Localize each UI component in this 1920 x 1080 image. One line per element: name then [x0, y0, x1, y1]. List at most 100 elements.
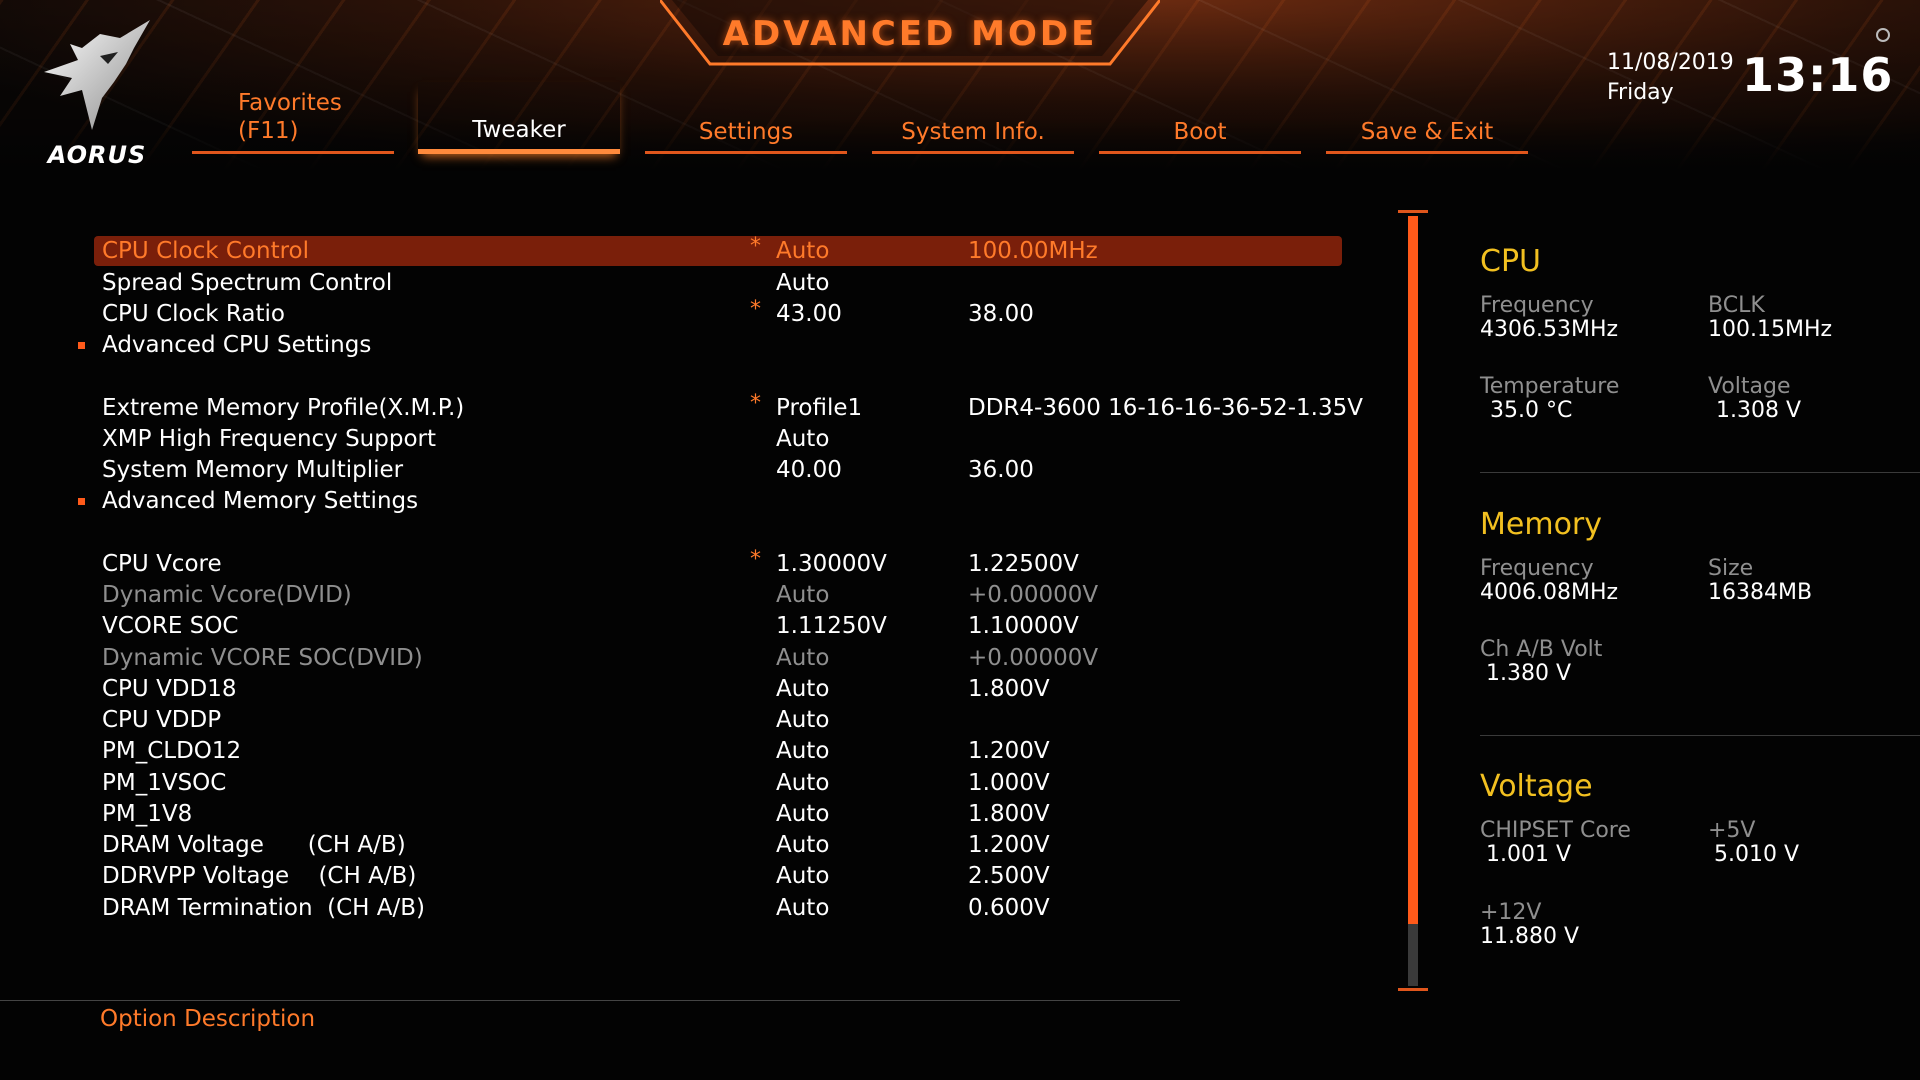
setting-current: 1.200V [968, 738, 1050, 764]
setting-current: 1.800V [968, 676, 1050, 702]
modified-star-icon: * [750, 547, 761, 572]
memory-size-label: Size [1708, 556, 1754, 581]
modified-star-icon: * [750, 234, 761, 259]
setting-row-dynamic-vcore: Dynamic Vcore(DVID) Auto +0.00000V [94, 580, 1342, 610]
setting-value: Auto [776, 582, 830, 608]
setting-row-cpu-vdd18[interactable]: CPU VDD18 Auto 1.800V [94, 674, 1342, 704]
tab-save-exit[interactable]: Save & Exit [1326, 82, 1528, 154]
setting-name: Extreme Memory Profile(X.M.P.) [102, 395, 465, 421]
setting-name: Dynamic Vcore(DVID) [102, 582, 352, 608]
setting-name: System Memory Multiplier [102, 457, 404, 483]
setting-value: Auto [776, 770, 830, 796]
cpu-bclk-value: 100.15MHz [1708, 317, 1833, 342]
option-description-label: Option Description [100, 1006, 316, 1032]
setting-row-dram-voltage[interactable]: DRAM Voltage (CH A/B) Auto 1.200V [94, 830, 1342, 860]
setting-current: DDR4-3600 16-16-16-36-52-1.35V [968, 395, 1363, 421]
setting-row-spread-spectrum[interactable]: Spread Spectrum Control Auto [94, 268, 1342, 298]
setting-row-dram-termination[interactable]: DRAM Termination (CH A/B) Auto 0.600V [94, 893, 1342, 923]
setting-value: Auto [776, 426, 830, 452]
setting-name: DRAM Termination (CH A/B) [102, 895, 426, 921]
setting-value: Profile1 [776, 395, 863, 421]
chipset-core-label: CHIPSET Core [1480, 818, 1631, 843]
setting-row-cpu-clock-ratio[interactable]: CPU Clock Ratio * 43.00 38.00 [94, 297, 1342, 329]
setting-value: Auto [776, 832, 830, 858]
setting-current: 2.500V [968, 863, 1050, 889]
tab-tweaker-label: Tweaker [472, 117, 566, 143]
setting-name: Spread Spectrum Control [102, 270, 393, 296]
setting-row-cpu-vcore[interactable]: CPU Vcore * 1.30000V 1.22500V [94, 547, 1342, 579]
modified-star-icon: * [750, 391, 761, 416]
date-text: 11/08/2019 [1607, 50, 1734, 75]
setting-row-ddrvpp-voltage[interactable]: DDRVPP Voltage (CH A/B) Auto 2.500V [94, 861, 1342, 891]
setting-current: +0.00000V [968, 582, 1099, 608]
setting-row-pm-cldo12[interactable]: PM_CLDO12 Auto 1.200V [94, 736, 1342, 766]
setting-name: CPU VDDP [102, 707, 222, 733]
date-display: 11/08/2019 Friday [1607, 48, 1734, 108]
cpu-section-title: CPU [1480, 244, 1541, 279]
tab-favorites[interactable]: Favorites (F11) [192, 82, 394, 154]
submenu-bullet-icon [78, 498, 85, 505]
setting-value: Auto [776, 863, 830, 889]
memory-frequency-value: 4006.08MHz [1480, 580, 1619, 605]
tab-boot-label: Boot [1173, 119, 1227, 145]
settings-gear-icon[interactable] [1876, 28, 1890, 42]
memory-frequency-label: Frequency [1480, 556, 1594, 581]
scrollbar-bottom-cap [1398, 988, 1428, 991]
footer-divider [0, 1000, 1180, 1001]
chipset-core-value: 1.001 V [1486, 842, 1572, 867]
setting-name: PM_CLDO12 [102, 738, 242, 764]
cpu-temperature-value: 35.0 °C [1490, 398, 1573, 423]
setting-name: VCORE SOC [102, 613, 239, 639]
setting-row-xmp-profile[interactable]: Extreme Memory Profile(X.M.P.) * Profile… [94, 391, 1363, 423]
setting-row-vcore-soc[interactable]: VCORE SOC 1.11250V 1.10000V [94, 611, 1342, 641]
plus-5v-label: +5V [1708, 818, 1756, 843]
setting-name: CPU VDD18 [102, 676, 237, 702]
setting-name: DRAM Voltage (CH A/B) [102, 832, 406, 858]
setting-value: Auto [776, 707, 830, 733]
setting-row-xmp-high-frequency[interactable]: XMP High Frequency Support Auto [94, 424, 1342, 454]
setting-row-pm-1v8[interactable]: PM_1V8 Auto 1.800V [94, 799, 1342, 829]
setting-current: 1.10000V [968, 613, 1079, 639]
plus-12v-value: 11.880 V [1480, 924, 1580, 949]
setting-current: 36.00 [968, 457, 1034, 483]
setting-value: Auto [776, 676, 830, 702]
setting-name: CPU Vcore [102, 551, 222, 577]
setting-row-dynamic-vcore-soc: Dynamic VCORE SOC(DVID) Auto +0.00000V [94, 643, 1342, 673]
setting-row-cpu-vddp[interactable]: CPU VDDP Auto [94, 705, 1342, 735]
setting-value: Auto [776, 801, 830, 827]
plus-5v-value: 5.010 V [1714, 842, 1800, 867]
setting-value: 40.00 [776, 457, 842, 483]
setting-value: Auto [776, 270, 830, 296]
tab-favorites-hotkey: (F11) [238, 118, 299, 144]
setting-name: PM_1V8 [102, 801, 193, 827]
scrollbar-thumb[interactable] [1408, 216, 1418, 924]
tab-system-info[interactable]: System Info. [872, 82, 1074, 154]
scrollbar-top-cap [1398, 210, 1428, 213]
setting-value: Auto [776, 895, 830, 921]
setting-row-memory-multiplier[interactable]: System Memory Multiplier 40.00 36.00 [94, 455, 1342, 485]
tab-boot[interactable]: Boot [1099, 82, 1301, 154]
setting-current: 1.800V [968, 801, 1050, 827]
tab-tweaker[interactable]: Tweaker [418, 82, 620, 154]
submenu-advanced-cpu-settings[interactable]: Advanced CPU Settings [78, 330, 1342, 360]
cpu-frequency-label: Frequency [1480, 293, 1594, 318]
brand-wordmark: AORUS [47, 141, 147, 169]
mode-title: ADVANCED MODE [722, 14, 1098, 54]
cpu-voltage-label: Voltage [1708, 374, 1791, 399]
setting-name: Advanced CPU Settings [102, 332, 372, 358]
setting-name: XMP High Frequency Support [102, 426, 437, 452]
setting-name: Dynamic VCORE SOC(DVID) [102, 645, 423, 671]
memory-chab-volt-value: 1.380 V [1486, 661, 1572, 686]
submenu-bullet-icon [78, 342, 85, 349]
tab-settings[interactable]: Settings [645, 82, 847, 154]
setting-value: 1.30000V [776, 551, 887, 577]
setting-value: Auto [776, 238, 830, 264]
panel-divider [1480, 735, 1920, 736]
tab-settings-label: Settings [698, 119, 794, 145]
setting-row-pm-1vsoc[interactable]: PM_1VSOC Auto 1.000V [94, 768, 1342, 798]
submenu-advanced-memory-settings[interactable]: Advanced Memory Settings [78, 486, 1342, 516]
setting-name: DDRVPP Voltage (CH A/B) [102, 863, 417, 889]
weekday-text: Friday [1607, 80, 1674, 105]
setting-value: Auto [776, 738, 830, 764]
setting-row-cpu-clock-control[interactable]: CPU Clock Control * Auto 100.00MHz [94, 234, 1342, 266]
